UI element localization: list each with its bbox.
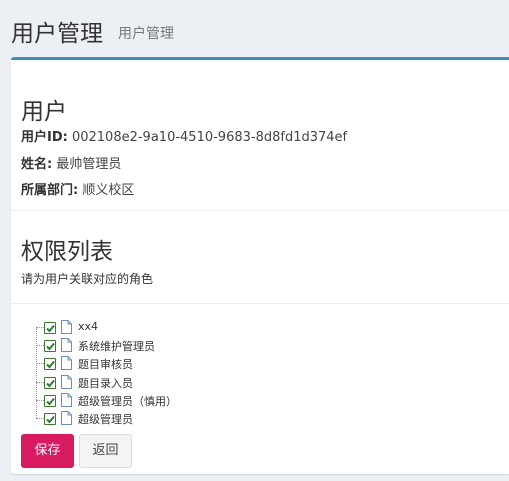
- checkbox-checked-icon[interactable]: [44, 340, 56, 353]
- permissions-heading: 权限列表: [21, 239, 113, 265]
- tree-connector: [36, 399, 44, 401]
- page-title: 用户管理: [11, 21, 103, 47]
- user-id-label: 用户ID:: [21, 130, 68, 145]
- user-section-heading: 用户: [21, 99, 67, 125]
- role-tree-item[interactable]: 题目审核员: [36, 355, 336, 373]
- tree-connector: [36, 345, 44, 347]
- tree-connector: [36, 418, 44, 419]
- tree-connector: [36, 381, 44, 383]
- role-label[interactable]: 超级管理员: [78, 411, 133, 427]
- user-id-value: 002108e2-9a10-4510-9683-8d8fd1d374ef: [71, 130, 348, 145]
- back-button[interactable]: 返回: [79, 434, 132, 468]
- document-icon: [61, 338, 72, 353]
- checkbox-checked-icon[interactable]: [44, 376, 56, 389]
- role-tree-item[interactable]: xx4: [36, 319, 336, 337]
- user-dept-row: 所属部门: 顺义校区: [21, 179, 134, 198]
- checkbox-checked-icon[interactable]: [44, 394, 56, 407]
- save-button[interactable]: 保存: [21, 434, 74, 468]
- page-subtitle: 用户管理: [118, 26, 174, 42]
- checkbox-checked-icon[interactable]: [44, 413, 56, 425]
- document-icon: [61, 411, 72, 425]
- document-icon: [61, 392, 72, 407]
- document-icon: [61, 320, 72, 334]
- user-name-value: 最帅管理员: [56, 157, 122, 172]
- document-icon: [61, 356, 72, 371]
- role-tree-item[interactable]: 题目录入员: [36, 374, 336, 392]
- user-name-row: 姓名: 最帅管理员: [21, 153, 121, 172]
- role-tree-item[interactable]: 系统维护管理员: [36, 337, 336, 355]
- tree-connector: [36, 327, 44, 328]
- user-dept-value: 顺义校区: [82, 183, 135, 198]
- role-label[interactable]: 系统维护管理员: [78, 338, 155, 354]
- section-divider: [11, 210, 509, 211]
- section-divider: [11, 303, 509, 304]
- tree-connector: [36, 363, 44, 365]
- role-label[interactable]: xx4: [78, 320, 98, 333]
- checkbox-checked-icon[interactable]: [44, 358, 56, 371]
- role-tree-item[interactable]: 超级管理员（慎用）: [36, 392, 336, 410]
- role-label[interactable]: 题目审核员: [78, 356, 133, 372]
- role-label[interactable]: 题目录入员: [78, 375, 133, 391]
- content-header: 用户管理 用户管理: [0, 0, 509, 58]
- user-id-row: 用户ID: 002108e2-9a10-4510-9683-8d8fd1d374…: [21, 126, 347, 145]
- user-name-label: 姓名:: [21, 157, 53, 172]
- role-label[interactable]: 超级管理员（慎用）: [78, 393, 177, 409]
- document-icon: [61, 374, 72, 389]
- user-permission-panel: 用户 用户ID: 002108e2-9a10-4510-9683-8d8fd1d…: [11, 57, 509, 474]
- role-tree-item[interactable]: 超级管理员: [36, 410, 336, 428]
- checkbox-checked-icon[interactable]: [44, 322, 56, 334]
- permissions-hint: 请为用户关联对应的角色: [21, 272, 154, 286]
- user-dept-label: 所属部门:: [21, 183, 79, 198]
